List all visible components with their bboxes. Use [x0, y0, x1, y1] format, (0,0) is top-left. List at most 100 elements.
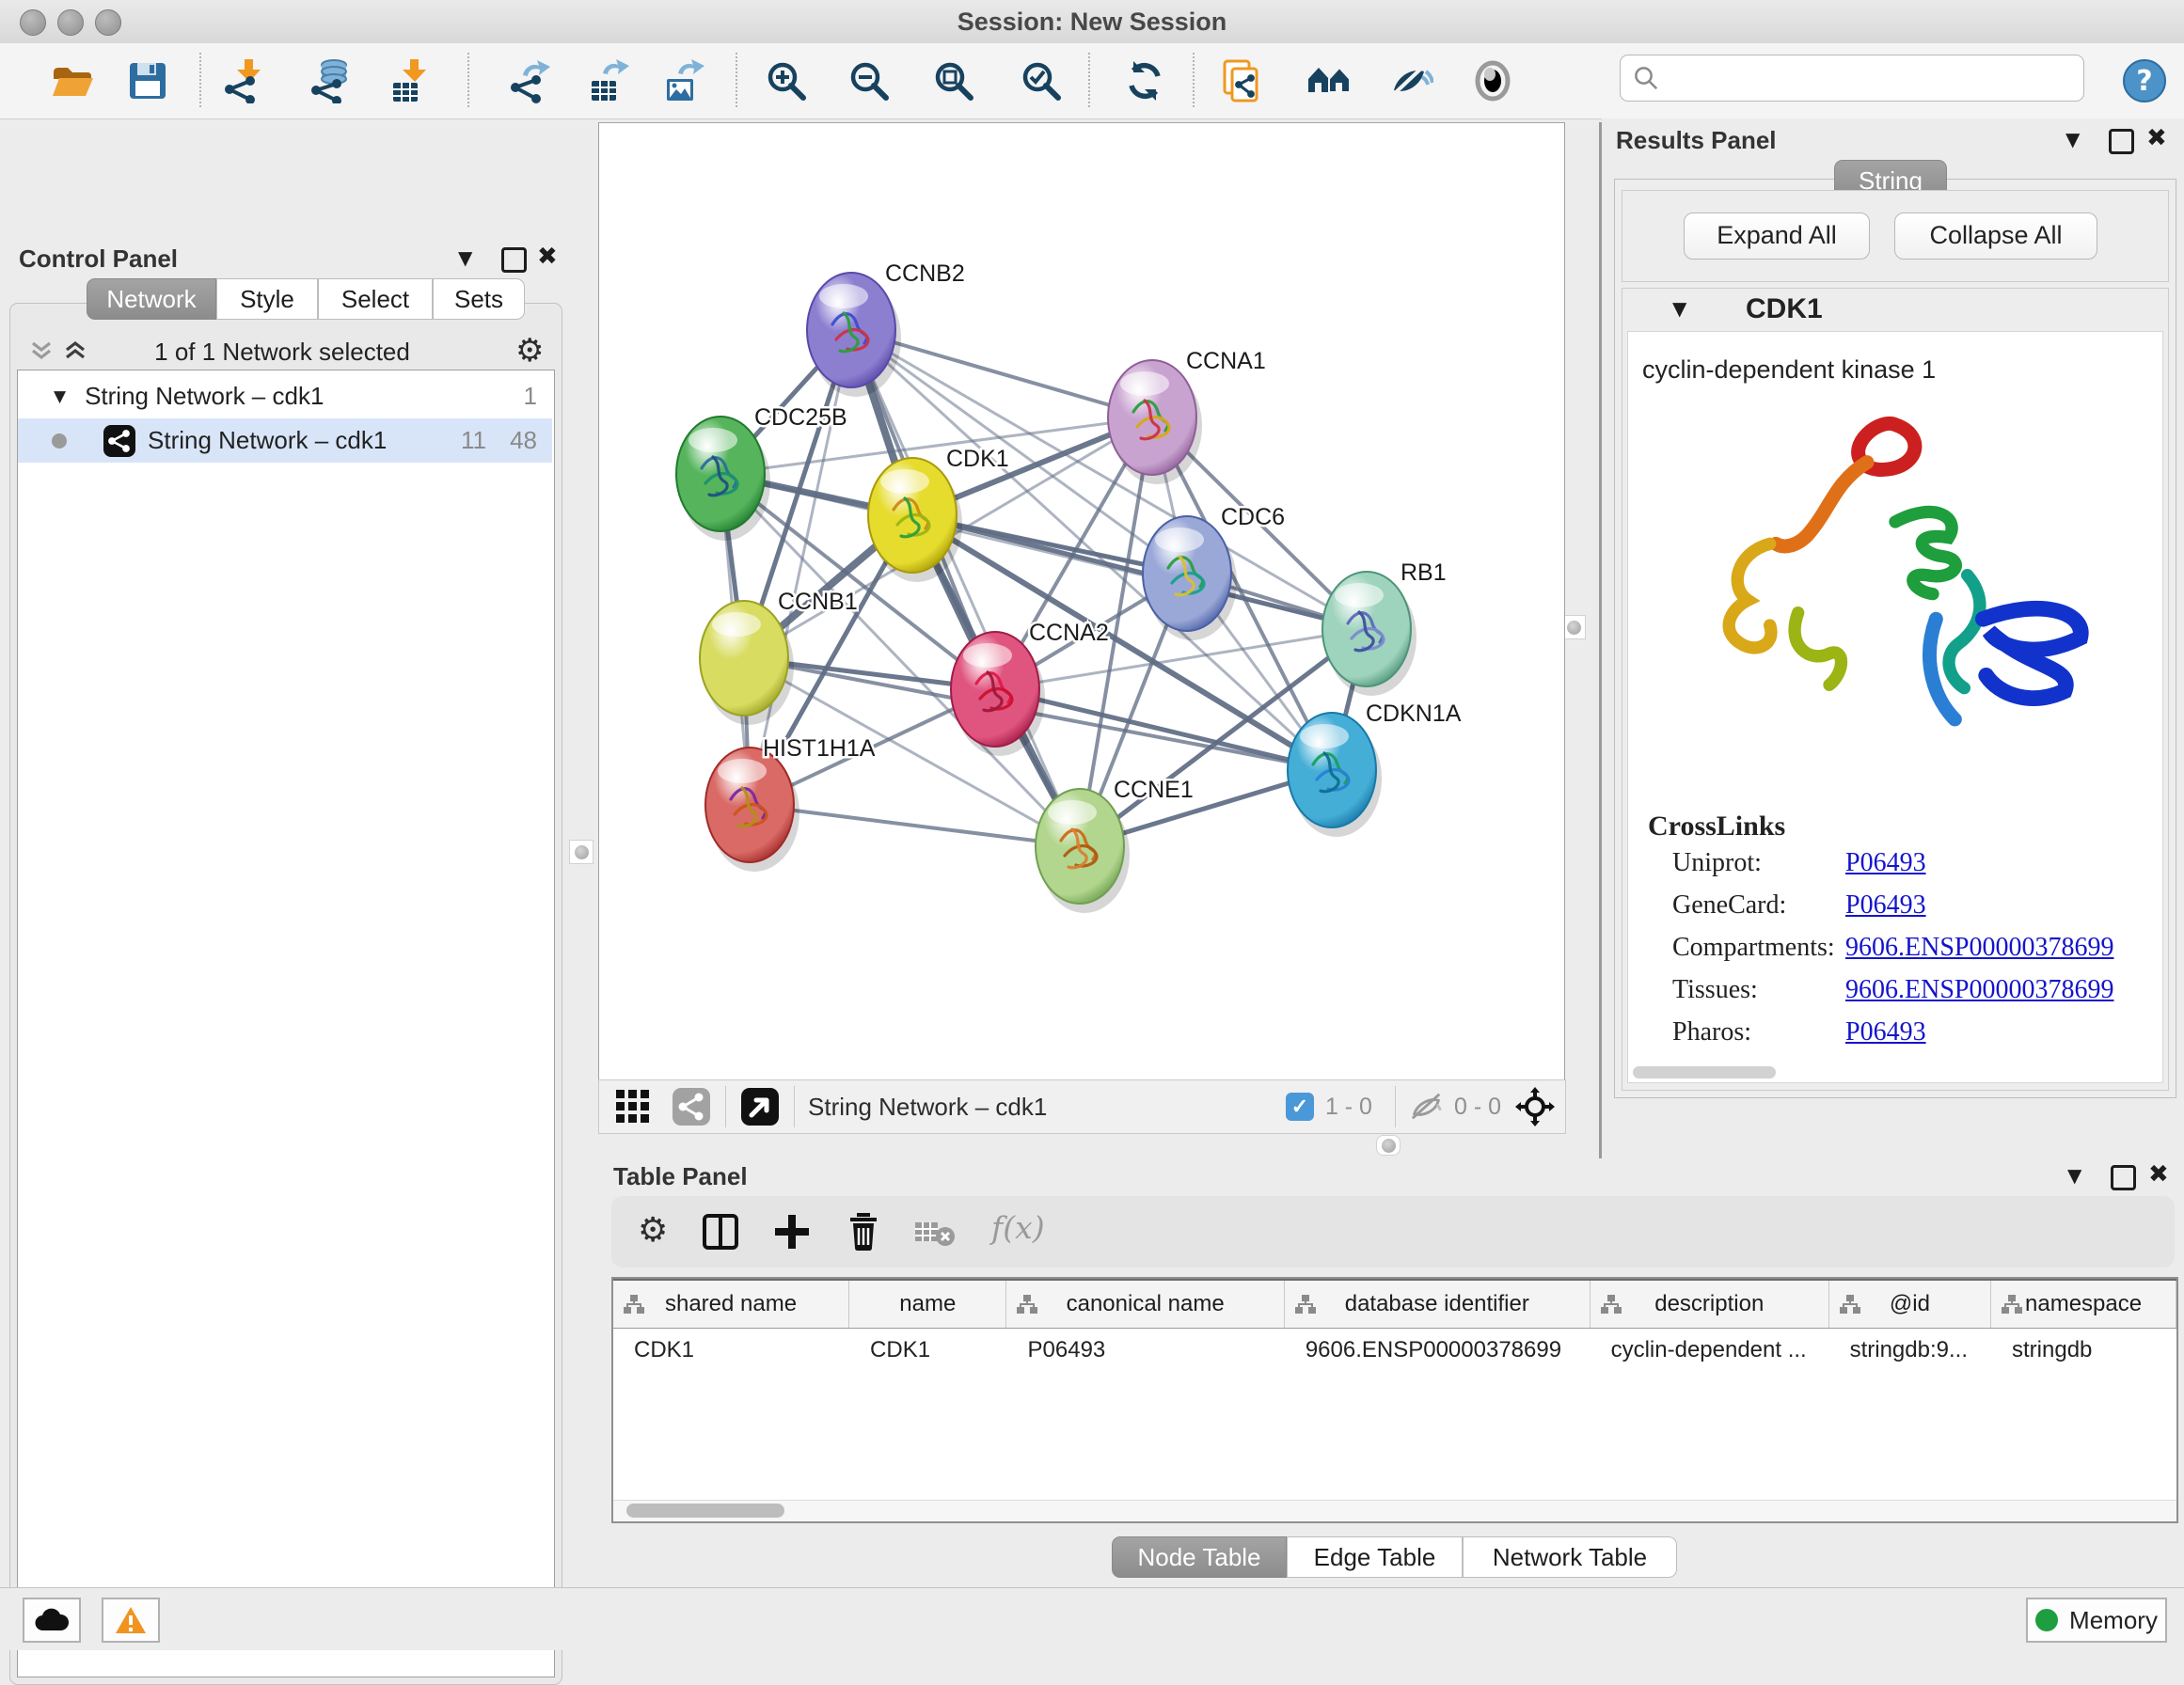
- network-collection-row[interactable]: ▼ String Network – cdk1 1: [18, 374, 552, 418]
- toolbar-separator: [736, 53, 737, 107]
- cell-namespace[interactable]: stringdb: [1991, 1337, 2176, 1363]
- table-gear-icon[interactable]: ⚙: [638, 1211, 668, 1250]
- results-panel-collapse-icon[interactable]: ▼: [2065, 128, 2080, 150]
- control-panel-float-icon[interactable]: [501, 247, 527, 273]
- table-panel-close-icon[interactable]: ✖: [2148, 1160, 2169, 1189]
- cell-id[interactable]: stringdb:9...: [1829, 1337, 1991, 1363]
- import-network-icon[interactable]: [222, 58, 267, 103]
- search-icon: [1632, 64, 1660, 92]
- cell-name[interactable]: CDK1: [849, 1337, 1006, 1363]
- hidden-eye-icon: [1409, 1089, 1445, 1125]
- network-node-RB1[interactable]: RB1: [1322, 559, 1447, 686]
- show-columns-icon[interactable]: [702, 1213, 739, 1251]
- export-network-icon[interactable]: [508, 58, 553, 103]
- results-panel-close-icon[interactable]: ✖: [2146, 124, 2167, 152]
- table-panel-float-icon[interactable]: [2111, 1165, 2136, 1190]
- delete-column-icon[interactable]: [845, 1211, 882, 1251]
- collection-count: 1: [524, 382, 537, 411]
- column-header-database-identifier[interactable]: database identifier: [1285, 1281, 1591, 1328]
- collection-expand-icon[interactable]: ▼: [54, 387, 66, 406]
- crosslink-uniprot-link[interactable]: P06493: [1845, 848, 1926, 878]
- create-column-icon[interactable]: [773, 1213, 811, 1251]
- crosslink-tissues-link[interactable]: 9606.ENSP00000378699: [1845, 975, 2113, 1005]
- edge-CCNB2-CCNE1[interactable]: [851, 330, 1080, 846]
- left-splitter-grip[interactable]: [569, 840, 593, 864]
- tab-edge-table[interactable]: Edge Table: [1287, 1536, 1463, 1578]
- table-panel-collapse-icon[interactable]: ▼: [2067, 1164, 2081, 1187]
- function-builder-icon[interactable]: f(x): [991, 1209, 1045, 1246]
- network-node-CDK1[interactable]: CDK1: [868, 446, 1009, 573]
- refresh-icon[interactable]: [1122, 58, 1167, 103]
- results-scrollbar-thumb[interactable]: [1633, 1066, 1776, 1079]
- export-table-icon[interactable]: [586, 58, 631, 103]
- node-label-CCNA2: CCNA2: [1029, 620, 1109, 646]
- column-header-id[interactable]: @id: [1829, 1281, 1991, 1328]
- selected-checkbox[interactable]: ✓: [1286, 1093, 1314, 1121]
- column-header-description[interactable]: description: [1591, 1281, 1829, 1328]
- network-node-CDC6[interactable]: CDC6: [1143, 504, 1285, 631]
- network-overview-icon[interactable]: [671, 1086, 712, 1127]
- selected-counts: 1 - 0: [1325, 1094, 1372, 1121]
- show-graphics-icon[interactable]: [1470, 58, 1515, 103]
- cell-database-identifier[interactable]: 9606.ENSP00000378699: [1285, 1337, 1591, 1363]
- control-panel-close-icon[interactable]: ✖: [537, 243, 558, 271]
- homes-icon[interactable]: [1306, 58, 1352, 103]
- export-image-icon[interactable]: [661, 58, 706, 103]
- results-panel-float-icon[interactable]: [2109, 129, 2134, 154]
- zoom-out-icon[interactable]: [847, 58, 892, 103]
- column-header-shared-name[interactable]: shared name: [613, 1281, 849, 1328]
- column-header-namespace[interactable]: namespace: [1991, 1281, 2176, 1328]
- cell-shared-name[interactable]: CDK1: [613, 1337, 849, 1363]
- zoom-selected-icon[interactable]: [1019, 58, 1064, 103]
- fit-content-crosshair-icon[interactable]: [1514, 1086, 1556, 1127]
- table-tabs: Node Table Edge Table Network Table: [1112, 1536, 1677, 1578]
- help-icon[interactable]: ?: [2122, 58, 2167, 103]
- cell-canonical-name[interactable]: P06493: [1007, 1337, 1285, 1363]
- tab-sets[interactable]: Sets: [433, 278, 525, 320]
- crosslink-label: Uniprot:: [1672, 848, 1762, 877]
- warning-button[interactable]: [102, 1598, 160, 1643]
- control-panel-title: Control Panel: [19, 244, 178, 274]
- collapse-all-button[interactable]: Collapse All: [1894, 213, 2097, 260]
- birdseye-toggle-icon[interactable]: [739, 1086, 781, 1127]
- tab-style[interactable]: Style: [216, 278, 318, 320]
- bottom-splitter-grip[interactable]: [1376, 1135, 1401, 1156]
- column-header-canonical-name[interactable]: canonical name: [1006, 1281, 1284, 1328]
- control-panel-tabs: Network Style Select Sets: [87, 278, 525, 320]
- tab-node-table[interactable]: Node Table: [1112, 1536, 1287, 1578]
- cdk1-description: cyclin-dependent kinase 1: [1642, 355, 1936, 385]
- cloud-button[interactable]: [23, 1598, 81, 1643]
- crosslink-compartments-link[interactable]: 9606.ENSP00000378699: [1845, 933, 2113, 963]
- grid-view-icon[interactable]: [614, 1088, 652, 1126]
- crosslink-genecard-link[interactable]: P06493: [1845, 890, 1926, 921]
- hide-unhide-icon[interactable]: [1388, 58, 1433, 103]
- table-row[interactable]: CDK1 CDK1 P06493 9606.ENSP00000378699 cy…: [613, 1329, 2176, 1372]
- edge-CCNB2-HIST1H1A[interactable]: [750, 330, 851, 805]
- node-label-RB1: RB1: [1401, 559, 1447, 586]
- column-header-name[interactable]: name: [849, 1281, 1006, 1328]
- network-graph[interactable]: CCNB2CCNA1CDC25BCDK1CDC6RB1CCNB1CCNA2CDK…: [598, 122, 1563, 1079]
- tab-network-table[interactable]: Network Table: [1463, 1536, 1677, 1578]
- tab-select[interactable]: Select: [318, 278, 433, 320]
- edge-CDK1-RB1[interactable]: [912, 515, 1367, 629]
- memory-button[interactable]: Memory: [2026, 1598, 2167, 1643]
- import-database-icon[interactable]: [309, 58, 354, 103]
- zoom-in-icon[interactable]: [764, 58, 809, 103]
- node-label-CCNB1: CCNB1: [778, 589, 858, 615]
- cdk1-collapse-icon[interactable]: ▼: [1672, 297, 1686, 320]
- crosslink-pharos-link[interactable]: P06493: [1845, 1017, 1926, 1047]
- copy-network-icon[interactable]: [1219, 58, 1264, 103]
- network-row[interactable]: String Network – cdk1 11 48: [18, 418, 552, 463]
- table-hscrollbar-thumb[interactable]: [626, 1504, 784, 1518]
- expand-all-button[interactable]: Expand All: [1684, 213, 1870, 260]
- save-session-icon[interactable]: [125, 58, 170, 103]
- import-table-icon[interactable]: [388, 58, 433, 103]
- cell-description[interactable]: cyclin-dependent ...: [1591, 1337, 1829, 1363]
- tab-network[interactable]: Network: [87, 278, 216, 320]
- open-session-icon[interactable]: [49, 58, 94, 103]
- network-options-gear-icon[interactable]: ⚙: [515, 332, 544, 370]
- zoom-fit-icon[interactable]: [931, 58, 976, 103]
- control-panel-collapse-icon[interactable]: ▼: [458, 246, 472, 269]
- delete-table-icon[interactable]: [914, 1219, 956, 1247]
- search-input[interactable]: [1668, 58, 2083, 98]
